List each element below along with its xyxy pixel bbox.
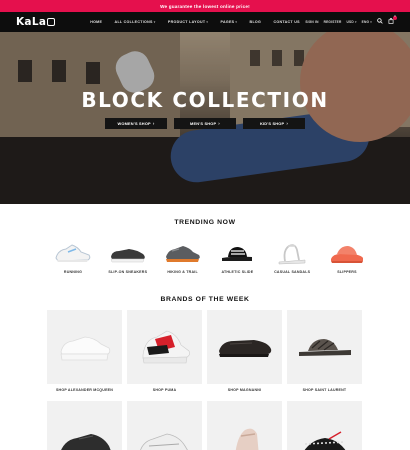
brand-image bbox=[287, 310, 362, 384]
main-menu: HOME ALL COLLECTIONS ▾ PRODUCT LAYOUT ▾ PA… bbox=[84, 12, 306, 32]
chevron-right-icon: › bbox=[218, 121, 220, 126]
brand-label: SHOP SAINT LAURENT bbox=[302, 388, 347, 392]
brand-image bbox=[207, 310, 282, 384]
trending-item-hiking[interactable]: HIKING & TRAIL bbox=[160, 237, 206, 274]
sandal-icon bbox=[272, 237, 312, 269]
trending-item-running[interactable]: RUNNING bbox=[50, 237, 96, 274]
brand-label: SHOP PUMA bbox=[152, 388, 177, 392]
brand-label: SHOP MAGNANNI bbox=[227, 388, 262, 392]
menu-item-all-collections[interactable]: ALL COLLECTIONS ▾ bbox=[108, 20, 161, 24]
brand-image bbox=[47, 401, 122, 450]
brand-card-magnanni[interactable]: SHOP MAGNANNI bbox=[207, 310, 282, 392]
brand-card-saint-laurent[interactable]: SHOP SAINT LAURENT bbox=[287, 310, 362, 392]
menu-item-product-layout[interactable]: PRODUCT LAYOUT ▾ bbox=[162, 20, 215, 24]
button-label: WOMEN'S SHOP bbox=[117, 121, 151, 126]
chevron-down-icon: ▾ bbox=[370, 20, 372, 24]
brand-card[interactable] bbox=[287, 401, 362, 450]
logo-mark-icon bbox=[47, 18, 56, 26]
slipper-icon bbox=[327, 237, 367, 269]
hero-button-group: WOMEN'S SHOP › MEN'S SHOP › KID'S SHOP › bbox=[0, 118, 410, 129]
mens-shop-button[interactable]: MEN'S SHOP › bbox=[174, 118, 236, 129]
brand-card-alexander-mcqueen[interactable]: SHOP ALEXANDER MCQUEEN bbox=[47, 310, 122, 392]
utility-nav: SIGN IN REGISTER USD ▾ ENG ▾ 0 bbox=[305, 12, 397, 32]
menu-item-label: CONTACT US bbox=[273, 20, 300, 24]
hiking-shoe-icon bbox=[163, 237, 203, 269]
currency-select[interactable]: USD ▾ bbox=[347, 20, 357, 24]
menu-item-pages[interactable]: PAGES ▾ bbox=[214, 20, 243, 24]
trending-label: RUNNING bbox=[63, 270, 83, 274]
brand-label: SHOP ALEXANDER MCQUEEN bbox=[55, 388, 114, 392]
signin-link[interactable]: SIGN IN bbox=[305, 20, 318, 24]
trending-item-slippers[interactable]: SLIPPERS bbox=[324, 237, 370, 274]
chevron-right-icon: › bbox=[152, 121, 155, 126]
trending-item-casual-sandals[interactable]: CASUAL SANDALS bbox=[269, 237, 315, 274]
brand-card[interactable] bbox=[127, 401, 202, 450]
chevron-down-icon: ▾ bbox=[354, 20, 357, 24]
chevron-right-icon: › bbox=[286, 121, 288, 126]
menu-item-home[interactable]: HOME bbox=[84, 20, 108, 24]
running-shoe-icon bbox=[53, 237, 93, 269]
trending-list: RUNNING SLIP-ON SNEAKERS HIKING & TRAIL … bbox=[50, 237, 370, 274]
bag-icon[interactable]: 0 bbox=[388, 15, 397, 27]
menu-item-label: HOME bbox=[90, 20, 103, 24]
site-logo[interactable]: KaLa bbox=[16, 16, 56, 28]
menu-item-label: ALL COLLECTIONS bbox=[114, 20, 153, 24]
trending-item-athletic-slide[interactable]: ATHLETIC SLIDE bbox=[214, 237, 260, 274]
chevron-down-icon: ▾ bbox=[153, 20, 156, 24]
trending-item-slip-on[interactable]: SLIP-ON SNEAKERS bbox=[105, 237, 151, 274]
kids-shop-button[interactable]: KID'S SHOP › bbox=[243, 118, 305, 129]
brand-card[interactable] bbox=[47, 401, 122, 450]
hero-title: BLOCK COLLECTION bbox=[81, 88, 329, 112]
search-icon[interactable] bbox=[377, 17, 383, 27]
trending-label: SLIP-ON SNEAKERS bbox=[108, 270, 148, 274]
promo-text: We guarantee the lowest online price! bbox=[160, 3, 250, 9]
menu-item-contact-us[interactable]: CONTACT US bbox=[267, 20, 306, 24]
menu-item-label: PRODUCT LAYOUT bbox=[167, 20, 206, 24]
button-label: MEN'S SHOP bbox=[190, 121, 217, 126]
chevron-down-icon: ▾ bbox=[206, 20, 209, 24]
menu-item-label: BLOG bbox=[249, 20, 262, 24]
currency-value: USD bbox=[346, 20, 354, 24]
trending-label: CASUAL SANDALS bbox=[274, 270, 311, 274]
hero-banner: BLOCK COLLECTION WOMEN'S SHOP › MEN'S SHO… bbox=[0, 32, 410, 204]
menu-item-blog[interactable]: BLOG bbox=[243, 20, 267, 24]
menu-item-label: PAGES bbox=[220, 20, 235, 24]
brand-image bbox=[207, 401, 282, 450]
top-navigation: KaLa HOME ALL COLLECTIONS ▾ PRODUCT LAYOU… bbox=[0, 12, 410, 32]
brand-image bbox=[127, 401, 202, 450]
brand-card[interactable] bbox=[207, 401, 282, 450]
brand-image bbox=[127, 310, 202, 384]
promo-bar: We guarantee the lowest online price! bbox=[0, 0, 410, 12]
womens-shop-button[interactable]: WOMEN'S SHOP › bbox=[105, 118, 167, 129]
register-link[interactable]: REGISTER bbox=[324, 20, 342, 24]
brand-image bbox=[47, 310, 122, 384]
trending-label: HIKING & TRAIL bbox=[167, 270, 198, 274]
brand-card-puma[interactable]: SHOP PUMA bbox=[127, 310, 202, 392]
logo-text: KaLa bbox=[16, 16, 47, 28]
brands-title: BRANDS OF THE WEEK bbox=[160, 296, 250, 303]
trending-label: SLIPPERS bbox=[337, 270, 357, 274]
brands-grid: SHOP ALEXANDER MCQUEEN SHOP PUMA SHOP MA… bbox=[47, 310, 362, 450]
slip-on-icon bbox=[108, 237, 148, 269]
cart-count-badge: 0 bbox=[393, 15, 397, 20]
trending-label: ATHLETIC SLIDE bbox=[221, 270, 254, 274]
button-label: KID'S SHOP bbox=[260, 121, 285, 126]
slide-icon bbox=[217, 237, 257, 269]
brand-image bbox=[287, 401, 362, 450]
chevron-down-icon: ▾ bbox=[235, 20, 238, 24]
language-select[interactable]: ENG ▾ bbox=[362, 20, 372, 24]
trending-title: TRENDING NOW bbox=[174, 219, 236, 226]
language-value: ENG bbox=[361, 20, 370, 24]
